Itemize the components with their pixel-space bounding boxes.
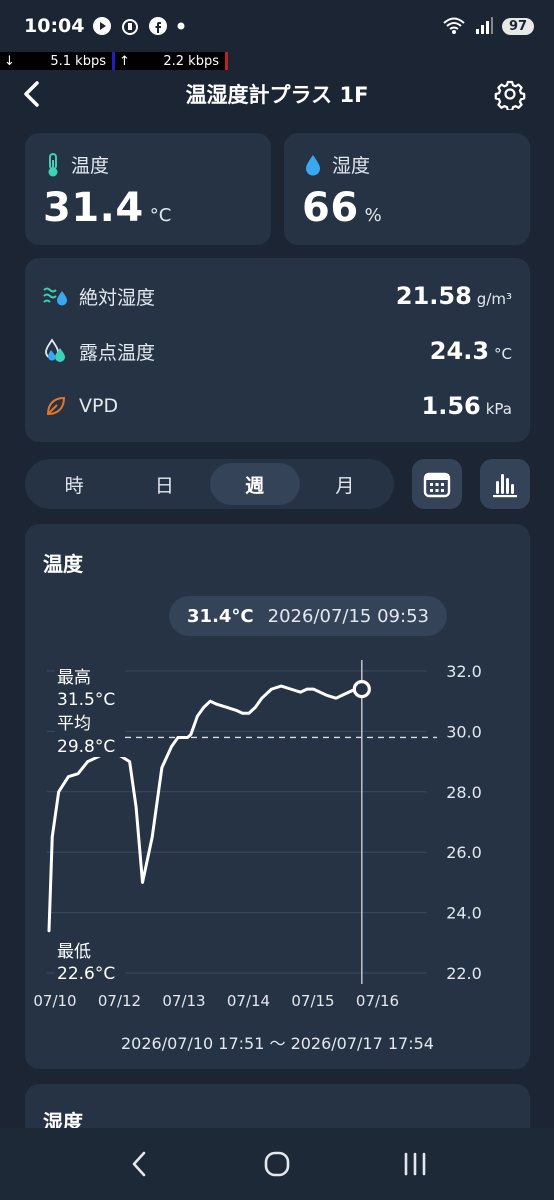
tab-month[interactable]: 月: [300, 463, 390, 505]
battery-icon: 97: [502, 17, 534, 35]
y-tick-label: 22.0: [446, 964, 482, 983]
tab-hour[interactable]: 時: [29, 463, 119, 505]
absolute-humidity-icon: [43, 287, 67, 306]
chart-date-range: 2026/07/10 17:51 〜 2026/07/17 17:54: [120, 1034, 434, 1053]
wifi-icon: [442, 16, 466, 36]
y-tick-label: 30.0: [446, 722, 482, 741]
vpd-value: 1.56: [421, 392, 481, 420]
thermometer-icon: [48, 152, 58, 176]
average-value: 29.8°C: [57, 737, 115, 757]
status-bar: 10:04 97: [0, 0, 554, 52]
tab-week[interactable]: 週: [209, 463, 300, 505]
chevron-left-icon: [24, 81, 39, 107]
temperature-chart[interactable]: 32.0 30.0 28.0 26.0 24.0 22.0 07/10 07/12 07/13 0…: [25, 524, 530, 1024]
settings-button[interactable]: [494, 74, 528, 114]
humidity-unit: %: [364, 205, 382, 226]
x-tick-label: 07/13: [162, 992, 205, 1010]
back-button[interactable]: [22, 74, 52, 114]
temperature-unit: °C: [149, 205, 172, 226]
dew-point-row: 露点温度 24.3 °C: [43, 331, 512, 371]
y-tick-label: 24.0: [446, 904, 482, 923]
vpd-row: VPD 1.56 kPa: [43, 386, 512, 426]
facebook-icon: [148, 16, 168, 36]
calendar-icon: [423, 472, 451, 498]
signal-icon: [474, 16, 494, 36]
temperature-chart-card: 温度 31.4°C 2026/07/15 09:53 32.0 30.0 28.0 2…: [25, 524, 530, 1069]
gear-icon: [494, 80, 526, 110]
absolute-humidity-row: 絶対湿度 21.58 g/m³: [43, 276, 512, 316]
y-tick-label: 32.0: [446, 662, 482, 681]
max-value: 31.5°C: [57, 690, 115, 710]
temperature-value: 31.4: [43, 185, 144, 231]
absolute-humidity-unit: g/m³: [476, 290, 512, 308]
x-tick-label: 07/16: [356, 992, 399, 1010]
dew-point-unit: °C: [494, 345, 512, 363]
dot-icon: [176, 21, 186, 31]
humidity-card: 湿度 66 %: [284, 133, 530, 245]
x-tick-label: 07/14: [227, 992, 270, 1010]
dew-point-icon: [45, 338, 65, 362]
details-card: 絶対湿度 21.58 g/m³ 露点温度 24.3 °C VPD 1.56 kPa: [25, 258, 530, 442]
cursor-marker: [352, 680, 371, 699]
dew-point-value: 24.3: [429, 337, 490, 365]
nav-back-button[interactable]: [109, 1134, 169, 1194]
nav-home-icon: [264, 1151, 290, 1177]
page-title: 温湿度計プラス 1F: [185, 83, 369, 107]
temperature-label: 温度: [71, 155, 110, 177]
x-tick-label: 07/15: [291, 992, 334, 1010]
y-tick-label: 26.0: [446, 843, 482, 862]
vpd-unit: kPa: [485, 400, 512, 418]
nav-recents-icon: [404, 1152, 426, 1176]
average-label: 平均: [57, 714, 91, 734]
calendar-button[interactable]: [412, 459, 462, 509]
humidity-label: 湿度: [332, 155, 371, 177]
x-tick-label: 07/12: [98, 992, 141, 1010]
max-label: 最高: [57, 668, 91, 688]
system-nav-bar: [0, 1128, 554, 1200]
temperature-card: 温度 31.4 °C: [25, 133, 271, 245]
absolute-humidity-value: 21.58: [395, 282, 472, 310]
dew-point-label: 露点温度: [79, 341, 156, 364]
min-label: 最低: [57, 942, 91, 962]
tab-day[interactable]: 日: [119, 463, 209, 505]
humidity-value: 66: [302, 185, 359, 231]
bar-chart-icon: [493, 474, 517, 498]
period-tabs: 時 日 週 月: [25, 459, 394, 509]
min-value: 22.6°C: [57, 964, 115, 984]
leaf-icon: [46, 396, 66, 416]
nav-back-icon: [132, 1151, 146, 1177]
bar-chart-button[interactable]: [480, 459, 530, 509]
absolute-humidity-label: 絶対湿度: [79, 286, 156, 309]
vpd-label: VPD: [79, 395, 119, 417]
y-tick-label: 28.0: [446, 783, 482, 802]
droplet-icon: [306, 154, 320, 175]
play-icon: [92, 16, 112, 36]
nav-home-button[interactable]: [247, 1134, 307, 1194]
app-bar: 温湿度計プラス 1F: [0, 66, 554, 122]
status-time: 10:04: [24, 15, 85, 37]
nav-recents-button[interactable]: [385, 1134, 445, 1194]
x-tick-label: 07/10: [33, 992, 76, 1010]
alarm-icon: [120, 16, 140, 36]
